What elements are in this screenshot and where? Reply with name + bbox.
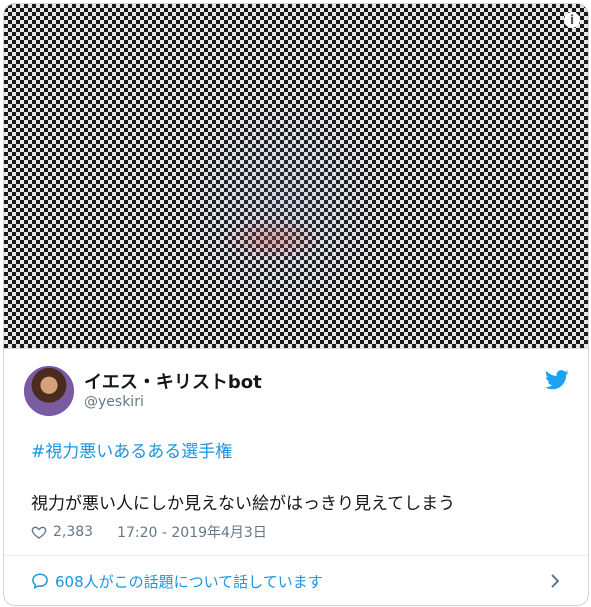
- tweet-meta: 2,383 17:20 - 2019年4月3日: [31, 522, 267, 542]
- user-handle[interactable]: @yeskiri: [84, 394, 144, 410]
- illusion-overlay: [4, 4, 588, 348]
- speech-bubble-icon: [32, 573, 48, 590]
- info-icon[interactable]: i: [564, 12, 580, 28]
- twitter-bird-icon[interactable]: [545, 370, 569, 390]
- timestamp[interactable]: 17:20 - 2019年4月3日: [117, 522, 267, 542]
- conversation-link[interactable]: 608人がこの話題について話しています: [4, 556, 588, 605]
- display-name[interactable]: イエス・キリストbot: [84, 368, 262, 394]
- like-count[interactable]: 2,383: [53, 524, 93, 540]
- avatar[interactable]: [24, 366, 74, 416]
- chevron-right-icon[interactable]: [550, 573, 560, 589]
- tweet-image[interactable]: i: [4, 4, 588, 349]
- conversation-text[interactable]: 608人がこの話題について話しています: [55, 571, 323, 592]
- tweet-header: イエス・キリストbot @yeskiri: [24, 366, 569, 416]
- tweet-text: 視力が悪い人にしか見えない絵がはっきり見えてしまう: [31, 494, 456, 514]
- hashtag-link[interactable]: #視力悪いあるある選手権: [31, 437, 232, 462]
- tweet-card[interactable]: i イエス・キリストbot @yeskiri #視力悪いあるある選手権 視力が悪…: [3, 3, 589, 606]
- heart-icon[interactable]: [31, 524, 47, 540]
